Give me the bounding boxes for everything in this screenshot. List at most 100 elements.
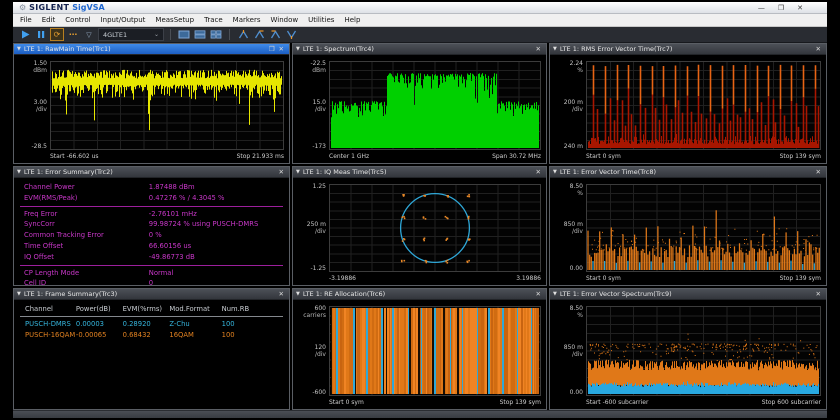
y-axis-bottom-label: 0.00: [550, 265, 583, 272]
run-button[interactable]: [18, 28, 32, 41]
y-axis-bottom-label: -173: [293, 143, 326, 150]
panel-title: LTE 1: RawMain Time(Trc1): [24, 45, 267, 53]
panel-close-icon[interactable]: ✕: [534, 44, 543, 54]
panel-title: LTE 1: IQ Meas Time(Trc5): [303, 168, 534, 176]
y-axis-scale-label: 3.00/div: [14, 99, 47, 113]
panel-error-vector-spectrum: ▼ LTE 1: Error Vector Spectrum(Trc9) ✕ 8…: [549, 288, 827, 410]
panel-close-icon[interactable]: ✕: [534, 167, 543, 177]
menu-control[interactable]: Control: [60, 16, 95, 24]
summary-row: IQ Offset-49.86773 dB: [14, 252, 289, 263]
panel-menu-icon[interactable]: ▼: [17, 169, 21, 175]
table-row[interactable]: PUSCH-16QAM -0.00065 0.68432 16QAM 100: [14, 330, 289, 341]
maximize-icon[interactable]: ❐: [778, 2, 784, 14]
plot-canvas[interactable]: [329, 184, 541, 272]
y-axis-bottom-label: 0.00: [550, 389, 583, 396]
menu-file[interactable]: File: [15, 16, 37, 24]
y-axis-top-label: -22.5dBm: [293, 60, 326, 74]
y-axis-top-label: 1.25: [293, 183, 326, 190]
panel-menu-icon[interactable]: ▼: [17, 46, 21, 52]
pause-button[interactable]: [34, 28, 48, 41]
y-axis-scale-label: 15.0/div: [293, 99, 326, 113]
panel-close-icon[interactable]: ✕: [814, 44, 823, 54]
trigger-funnel-button[interactable]: ▽: [82, 28, 96, 41]
y-axis-bottom-label: -600: [293, 389, 326, 396]
continuous-button[interactable]: ⋯: [66, 28, 80, 41]
table-header-row: Channel Power(dB) EVM(%rms) Mod.Format N…: [14, 304, 289, 315]
plot-canvas[interactable]: [50, 61, 284, 150]
close-icon[interactable]: ✕: [797, 2, 803, 14]
frame-summary-table: Channel Power(dB) EVM(%rms) Mod.Format N…: [14, 299, 289, 409]
chevron-down-icon: ⌄: [154, 31, 159, 38]
panel-menu-icon[interactable]: ▼: [296, 291, 300, 297]
panel-close-icon[interactable]: ✕: [814, 289, 823, 299]
plot-canvas[interactable]: [586, 306, 821, 396]
summary-row: SyncCorr99.98724 % using PUSCH-DMRS: [14, 219, 289, 230]
y-axis-bottom-label: -28.5: [14, 143, 47, 150]
toolbar-separator: [229, 29, 230, 40]
x-axis-labels: Start -600 subcarrierStop 600 subcarrier: [586, 397, 821, 409]
panel-grid: ▼ LTE 1: RawMain Time(Trc1) ❐ ✕ 1.50dBm …: [13, 43, 827, 410]
panel-close-icon[interactable]: ✕: [277, 44, 286, 54]
panel-raw-main-time: ▼ LTE 1: RawMain Time(Trc1) ❐ ✕ 1.50dBm …: [13, 43, 290, 164]
app-name: SigVSA: [72, 3, 104, 12]
panel-menu-icon[interactable]: ▼: [553, 46, 557, 52]
panel-close-icon[interactable]: ✕: [277, 167, 286, 177]
panel-error-summary: ▼ LTE 1: Error Summary(Trc2) ✕ Channel P…: [13, 166, 290, 286]
restart-button[interactable]: ⟳: [50, 28, 64, 41]
toolbar-separator: [170, 29, 171, 40]
status-bar: [13, 410, 827, 418]
plot-canvas[interactable]: [586, 184, 821, 272]
menu-markers[interactable]: Markers: [228, 16, 266, 24]
menu-input-output[interactable]: Input/Output: [96, 16, 151, 24]
marker-to-minimum-button[interactable]: [284, 28, 298, 41]
measurement-select[interactable]: 4GLTE1 ⌄: [98, 28, 164, 41]
minimize-icon[interactable]: —: [758, 2, 765, 14]
panel-restore-icon[interactable]: ❐: [267, 44, 277, 54]
panel-frame-summary: ▼ LTE 1: Frame Summary(Trc3) ✕ Channel P…: [13, 288, 290, 410]
panel-title: LTE 1: Frame Summary(Trc3): [24, 290, 277, 298]
toolbar: ⟳ ⋯ ▽ 4GLTE1 ⌄: [13, 27, 827, 43]
panel-menu-icon[interactable]: ▼: [553, 291, 557, 297]
panel-iq-meas-time: ▼ LTE 1: IQ Meas Time(Trc5) ✕ 1.25 250 m…: [292, 166, 547, 286]
brand-name: SIGLENT: [29, 3, 69, 12]
y-axis-top-label: 8.50%: [550, 183, 583, 197]
panel-menu-icon[interactable]: ▼: [296, 169, 300, 175]
menu-help[interactable]: Help: [339, 16, 365, 24]
y-axis-scale-label: 120/div: [293, 344, 326, 358]
panel-menu-icon[interactable]: ▼: [296, 46, 300, 52]
y-axis-top-label: 8.50%: [550, 305, 583, 319]
panel-title: LTE 1: RE Allocation(Trc6): [303, 290, 534, 298]
layout-grid-button[interactable]: [209, 28, 223, 41]
menu-meas-setup[interactable]: MeasSetup: [150, 16, 199, 24]
panel-menu-icon[interactable]: ▼: [17, 291, 21, 297]
table-header-divider: [20, 316, 283, 317]
menu-edit[interactable]: Edit: [37, 16, 61, 24]
summary-row: Common Tracking Error0 %: [14, 230, 289, 241]
menu-window[interactable]: Window: [266, 16, 304, 24]
marker-next-peak-button[interactable]: [252, 28, 266, 41]
panel-close-icon[interactable]: ✕: [814, 167, 823, 177]
plot-canvas[interactable]: [329, 306, 541, 396]
panel-menu-icon[interactable]: ▼: [553, 169, 557, 175]
menu-trace[interactable]: Trace: [199, 16, 228, 24]
table-row[interactable]: PUSCH-DMRS 0.00003 0.28920 Z-Chu 100: [14, 319, 289, 330]
marker-to-peak-button[interactable]: [236, 28, 250, 41]
title-bar[interactable]: ⚙ SIGLENT SigVSA — ❐ ✕: [13, 2, 827, 14]
summary-divider: [20, 265, 283, 266]
x-axis-labels: Start 0 symStop 139 sym: [329, 397, 541, 409]
y-axis-bottom-label: 240 m: [550, 143, 583, 150]
plot-canvas[interactable]: [329, 61, 541, 150]
panel-close-icon[interactable]: ✕: [534, 289, 543, 299]
y-axis-scale-label: 200 m/div: [550, 99, 583, 113]
summary-row: Time Offset66.60156 us: [14, 241, 289, 252]
panel-close-icon[interactable]: ✕: [277, 289, 286, 299]
menu-utilities[interactable]: Utilities: [303, 16, 339, 24]
app-window: ⚙ SIGLENT SigVSA — ❐ ✕ File Edit Control…: [13, 2, 827, 418]
panel-title: LTE 1: Error Vector Time(Trc8): [560, 168, 814, 176]
plot-canvas[interactable]: [586, 61, 821, 150]
y-axis-top-label: 2.24%: [550, 60, 583, 74]
layout-single-button[interactable]: [177, 28, 191, 41]
marker-peak-left-button[interactable]: [268, 28, 282, 41]
layout-stack-button[interactable]: [193, 28, 207, 41]
summary-divider: [20, 206, 283, 207]
